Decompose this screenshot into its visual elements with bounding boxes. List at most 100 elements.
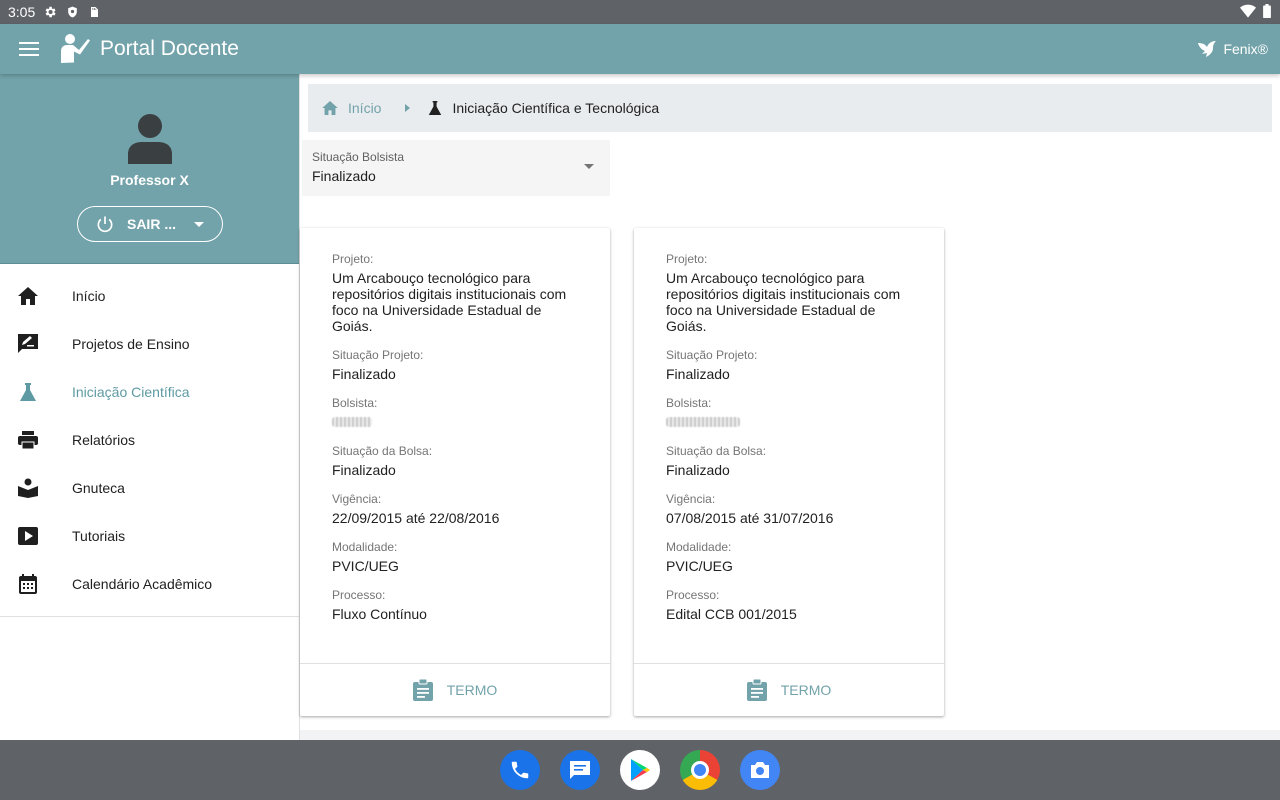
phone-icon[interactable] bbox=[500, 750, 540, 790]
process: Fluxo Contínuo bbox=[332, 606, 427, 622]
power-icon bbox=[97, 216, 113, 233]
field-label: Bolsista: bbox=[332, 396, 378, 410]
validity-period: 22/09/2015 até 22/08/2016 bbox=[332, 510, 500, 526]
messages-icon[interactable] bbox=[560, 750, 600, 790]
field-label: Bolsista: bbox=[666, 396, 712, 410]
user-avatar-icon bbox=[127, 114, 172, 164]
battery-icon bbox=[1262, 3, 1272, 21]
play-icon bbox=[18, 526, 38, 546]
menu-button[interactable] bbox=[0, 24, 58, 74]
field-label: Modalidade: bbox=[332, 540, 398, 554]
nav-item-gnuteca[interactable]: Gnuteca bbox=[0, 464, 299, 512]
field-label: Situação da Bolsa: bbox=[332, 444, 433, 458]
nav-item-iniciacao-cientifica[interactable]: Iniciação Científica bbox=[0, 368, 299, 416]
nav-label: Calendário Acadêmico bbox=[72, 576, 213, 592]
cards-list: Projeto: Um Arcabouço tecnológico para re… bbox=[300, 228, 944, 716]
profile-panel: Professor X SAIR ... bbox=[0, 74, 299, 264]
flask-icon bbox=[18, 382, 38, 402]
select-label: Situação Bolsista bbox=[312, 150, 405, 164]
nav-item-projetos-de-ensino[interactable]: Projetos de Ensino bbox=[0, 320, 299, 368]
chevron-right-icon bbox=[405, 104, 411, 112]
select-value: Finalizado bbox=[312, 168, 376, 184]
modality: PVIC/UEG bbox=[332, 558, 399, 574]
termo-button[interactable]: TERMO bbox=[634, 663, 944, 716]
field-label: Processo: bbox=[332, 588, 386, 602]
redacted-student-name bbox=[666, 417, 740, 427]
scholarship-status: Finalizado bbox=[666, 462, 730, 478]
hamburger-icon bbox=[19, 42, 39, 56]
nav-menu: Início Projetos de Ensino Iniciação Cien… bbox=[0, 264, 299, 617]
main-content: Início Iniciação Científica e Tecnológic… bbox=[300, 74, 1280, 740]
nav-label: Relatórios bbox=[72, 432, 136, 448]
sd-card-icon bbox=[87, 5, 101, 19]
field-label: Vigência: bbox=[666, 492, 716, 506]
project-title: Um Arcabouço tecnológico para repositóri… bbox=[666, 270, 901, 334]
clipboard-icon bbox=[746, 679, 767, 701]
termo-label: TERMO bbox=[780, 682, 832, 698]
taskbar bbox=[0, 740, 1280, 800]
fenix-brand: Fenix® bbox=[1197, 40, 1268, 58]
chrome-icon[interactable] bbox=[680, 750, 720, 790]
project-status: Finalizado bbox=[666, 366, 730, 382]
breadcrumb-current: Iniciação Científica e Tecnológica bbox=[428, 100, 659, 116]
printer-icon bbox=[18, 430, 38, 450]
project-card: Projeto: Um Arcabouço tecnológico para re… bbox=[634, 228, 944, 716]
nav-item-tutoriais[interactable]: Tutoriais bbox=[0, 512, 299, 560]
nav-label: Gnuteca bbox=[72, 480, 125, 496]
settings-icon bbox=[43, 5, 57, 19]
situacao-bolsista-select[interactable]: Situação Bolsista Finalizado bbox=[302, 140, 610, 196]
clock: 3:05 bbox=[8, 4, 36, 20]
wifi-icon bbox=[1240, 4, 1256, 21]
home-icon bbox=[18, 286, 38, 306]
scholarship-status: Finalizado bbox=[332, 462, 396, 478]
dropdown-arrow-icon bbox=[584, 164, 594, 169]
brand-label: Fenix® bbox=[1223, 41, 1268, 57]
project-title: Um Arcabouço tecnológico para repositóri… bbox=[332, 270, 567, 334]
nav-item-calendario-academico[interactable]: Calendário Acadêmico bbox=[0, 560, 299, 608]
field-label: Situação Projeto: bbox=[332, 348, 424, 362]
camera-icon[interactable] bbox=[740, 750, 780, 790]
breadcrumb: Início Iniciação Científica e Tecnológic… bbox=[308, 84, 1272, 132]
sidebar: Professor X SAIR ... Início Projetos de … bbox=[0, 74, 300, 740]
field-label: Situação da Bolsa: bbox=[666, 444, 767, 458]
termo-button[interactable]: TERMO bbox=[300, 663, 610, 716]
clipboard-icon bbox=[412, 679, 433, 701]
content-footer-strip bbox=[300, 730, 1280, 740]
nav-label: Projetos de Ensino bbox=[72, 336, 190, 352]
fenix-bird-icon bbox=[1198, 41, 1217, 57]
user-name: Professor X bbox=[110, 172, 189, 188]
book-reader-icon bbox=[18, 478, 38, 498]
nav-label: Tutoriais bbox=[72, 528, 126, 544]
field-label: Projeto: bbox=[666, 252, 708, 266]
project-status: Finalizado bbox=[332, 366, 396, 382]
home-icon bbox=[322, 101, 338, 115]
termo-label: TERMO bbox=[446, 682, 498, 698]
field-label: Vigência: bbox=[332, 492, 382, 506]
logout-button[interactable]: SAIR ... bbox=[76, 206, 223, 242]
play-store-icon[interactable] bbox=[620, 750, 660, 790]
breadcrumb-current-label: Iniciação Científica e Tecnológica bbox=[452, 100, 660, 116]
process: Edital CCB 001/2015 bbox=[666, 606, 797, 622]
nav-item-relatorios[interactable]: Relatórios bbox=[0, 416, 299, 464]
nav-label: Início bbox=[72, 288, 106, 304]
field-label: Projeto: bbox=[332, 252, 374, 266]
app-title: Portal Docente bbox=[100, 37, 239, 60]
project-card: Projeto: Um Arcabouço tecnológico para re… bbox=[300, 228, 610, 716]
field-label: Processo: bbox=[666, 588, 720, 602]
field-label: Modalidade: bbox=[666, 540, 732, 554]
chevron-down-icon bbox=[194, 221, 204, 227]
nav-item-inicio[interactable]: Início bbox=[0, 272, 299, 320]
breadcrumb-home-label: Início bbox=[348, 100, 382, 116]
status-bar: 3:05 bbox=[0, 0, 1280, 24]
validity-period: 07/08/2015 até 31/07/2016 bbox=[666, 510, 834, 526]
calendar-icon bbox=[18, 574, 38, 594]
shield-icon bbox=[65, 5, 79, 19]
teacher-logo-icon bbox=[58, 31, 94, 67]
nav-label: Iniciação Científica bbox=[72, 384, 190, 400]
flask-icon bbox=[429, 101, 442, 115]
rate-review-icon bbox=[18, 334, 38, 354]
field-label: Situação Projeto: bbox=[666, 348, 758, 362]
modality: PVIC/UEG bbox=[666, 558, 733, 574]
app-bar: Portal Docente Fenix® bbox=[0, 24, 1280, 74]
breadcrumb-home-link[interactable]: Início bbox=[322, 100, 381, 116]
